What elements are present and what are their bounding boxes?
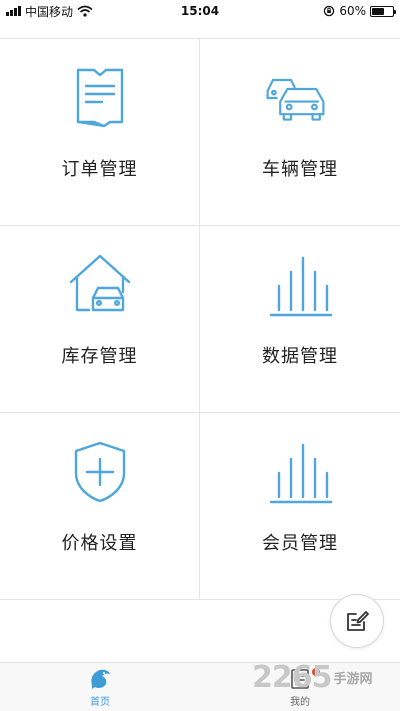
battery-percent: 60%: [339, 4, 366, 18]
tile-price-settings[interactable]: 价格设置: [0, 413, 200, 600]
wifi-icon: [77, 5, 93, 17]
status-time: 15:04: [180, 4, 220, 18]
battery-fill: [372, 7, 384, 15]
menu-grid: 订单管理 车辆管理 库存管理 数据管理 价格设置 会员管理: [0, 38, 400, 600]
tile-label: 车辆管理: [262, 159, 338, 180]
tile-label: 数据管理: [262, 346, 338, 367]
tile-member-management[interactable]: 会员管理: [200, 413, 400, 600]
status-left: 中国移动: [6, 3, 146, 20]
carrier-label: 中国移动: [25, 4, 74, 19]
status-right: 60%: [254, 4, 396, 18]
garage-car-icon: [69, 254, 130, 312]
watermark-text: 手游网: [333, 671, 373, 687]
edit-note-icon: [347, 611, 369, 631]
tile-vehicle-management[interactable]: 车辆管理: [200, 39, 400, 226]
tile-label: 价格设置: [61, 533, 138, 554]
tile-label: 订单管理: [61, 159, 138, 180]
tile-label: 库存管理: [61, 346, 138, 367]
edit-note-button[interactable]: [330, 594, 384, 648]
bar-members-icon: [269, 443, 333, 504]
watermark: 2265 手游网: [252, 659, 373, 695]
tile-inventory-management[interactable]: 库存管理: [0, 226, 200, 413]
tile-order-management[interactable]: 订单管理: [0, 39, 200, 226]
tile-label: 会员管理: [262, 533, 338, 554]
tab-home[interactable]: 首页: [0, 663, 200, 711]
tab-home-label: 首页: [90, 696, 110, 708]
vehicles-icon: [266, 78, 325, 121]
tab-mine-label: 我的: [290, 696, 310, 708]
rotation-lock-icon: [324, 5, 335, 17]
order-document-icon: [76, 68, 123, 128]
signal-icon: [6, 6, 21, 16]
dolphin-home-icon: [91, 669, 110, 689]
shield-plus-icon: [74, 441, 125, 503]
battery-icon: [370, 5, 396, 17]
status-bar: 中国移动 15:04 60%: [0, 0, 400, 22]
bar-data-icon: [269, 256, 333, 317]
watermark-digits: 2265: [252, 659, 332, 695]
tile-data-management[interactable]: 数据管理: [200, 226, 400, 413]
